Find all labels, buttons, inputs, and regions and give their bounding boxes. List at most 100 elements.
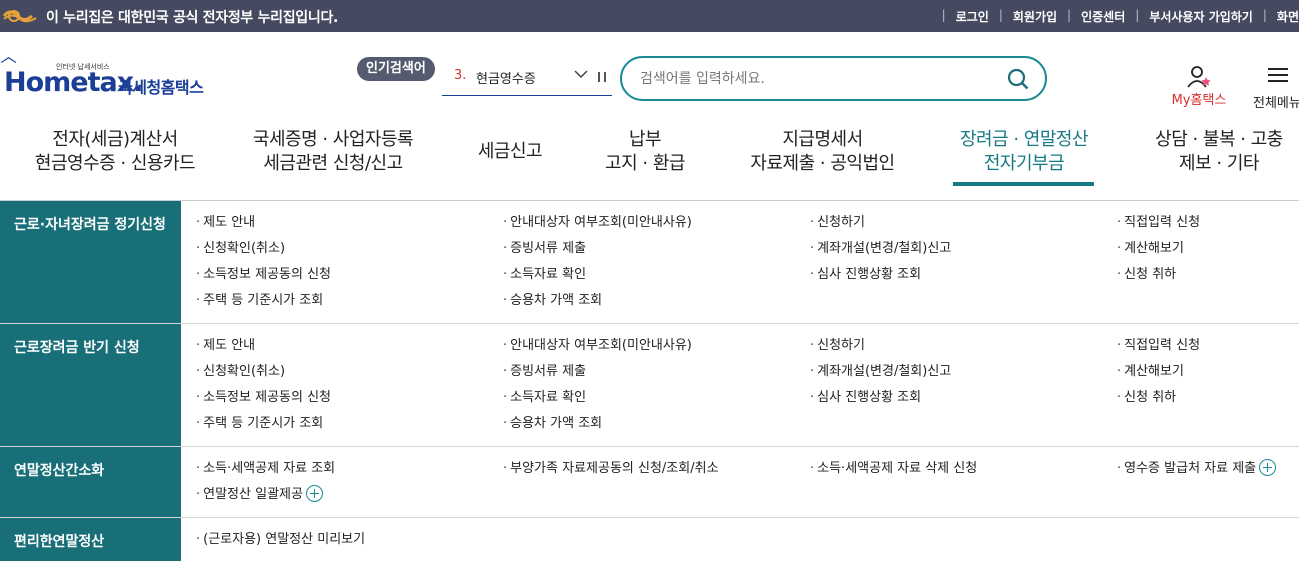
- bullet: ·: [1117, 461, 1122, 476]
- submenu-link[interactable]: · 심사 진행상황 조회: [810, 387, 1117, 413]
- bullet: ·: [1117, 215, 1122, 230]
- bullet: ·: [810, 461, 815, 476]
- bullet: ·: [503, 461, 508, 476]
- submenu-link-label: 계좌개설(변경/철회)신고: [817, 364, 952, 379]
- submenu-link[interactable]: · 심사 진행상황 조회: [810, 264, 1117, 290]
- plus-circle-icon[interactable]: [305, 485, 323, 502]
- submenu-link-label: 계좌개설(변경/철회)신고: [817, 241, 952, 256]
- bullet: ·: [196, 390, 201, 405]
- submenu-link-label: 증빙서류 제출: [510, 364, 587, 379]
- bullet: ·: [503, 390, 508, 405]
- screen-link[interactable]: 화면: [1277, 8, 1299, 25]
- search-input[interactable]: [640, 67, 1000, 91]
- submenu-link[interactable]: · 부양가족 자료제공동의 신청/조회/취소: [503, 458, 810, 484]
- submenu-link[interactable]: · 신청확인(취소): [196, 238, 503, 264]
- nav-label-line2: 현금영수증 · 신용카드: [34, 153, 196, 174]
- bullet: ·: [196, 487, 201, 502]
- bullet: ·: [810, 267, 815, 282]
- nav-label-line1: 세금신고: [477, 141, 543, 162]
- all-menu-button[interactable]: 전체메뉴: [1252, 65, 1299, 111]
- plus-circle-icon[interactable]: [1259, 459, 1277, 476]
- submenu-link-label: 신청하기: [817, 215, 865, 230]
- search-icon[interactable]: [1007, 68, 1029, 90]
- nav-item-certificates[interactable]: 국세증명 · 사업자등록 세금관련 신청/신고: [238, 128, 428, 176]
- bullet: ·: [196, 364, 201, 379]
- submenu-link-label: 계산해보기: [1124, 241, 1184, 256]
- submenu-link-label: 안내대상자 여부조회(미안내사유): [510, 338, 692, 353]
- submenu-link[interactable]: · 안내대상자 여부조회(미안내사유): [503, 335, 810, 361]
- popular-rank: 3.: [454, 68, 467, 83]
- submenu-link[interactable]: · 승용차 가액 조회: [503, 290, 810, 316]
- bullet: ·: [1117, 267, 1122, 282]
- submenu-link-label: 직접입력 신청: [1124, 215, 1201, 230]
- submenu-link-label: 소득정보 제공동의 신청: [203, 390, 332, 405]
- submenu-link[interactable]: · 소득자료 확인: [503, 264, 810, 290]
- submenu-link[interactable]: · 신청하기: [810, 212, 1117, 238]
- submenu-link-label: 신청 취하: [1124, 390, 1177, 405]
- submenu-link[interactable]: · 소득정보 제공동의 신청: [196, 264, 503, 290]
- section-title: 편리한연말정산: [0, 518, 181, 561]
- my-hometax-button[interactable]: My홈택스: [1166, 65, 1232, 111]
- submenu-link[interactable]: · 주택 등 기준시가 조회: [196, 413, 503, 439]
- submenu-link[interactable]: · 주택 등 기준시가 조회: [196, 290, 503, 316]
- bullet: ·: [196, 241, 201, 256]
- nav-item-consult[interactable]: 상담 · 불복 · 고충 제보 · 기타: [1144, 128, 1294, 176]
- nav-label-line1: 전자(세금)계산서: [52, 129, 178, 150]
- submenu-link[interactable]: · 증빙서류 제출: [503, 361, 810, 387]
- submenu-link-label: 계산해보기: [1124, 364, 1184, 379]
- submenu-link[interactable]: · 소득·세액공제 자료 삭제 신청: [810, 458, 1117, 484]
- nav-active-indicator: [953, 182, 1094, 186]
- dept-user-signup-link[interactable]: 부서사용자 가입하기: [1149, 8, 1253, 25]
- nav-item-payment[interactable]: 납부 고지 · 환급: [585, 128, 705, 176]
- submenu-link-label: 증빙서류 제출: [510, 241, 587, 256]
- section-title: 근로장려금 반기 신청: [0, 324, 181, 446]
- submenu-link[interactable]: · 영수증 발급처 자료 제출: [1117, 458, 1299, 484]
- submenu-link[interactable]: · 제도 안내: [196, 212, 503, 238]
- submenu-link[interactable]: · 신청하기: [810, 335, 1117, 361]
- submenu-link[interactable]: · 계산해보기: [1117, 361, 1299, 387]
- nav-item-tax-filing[interactable]: 세금신고: [460, 140, 560, 164]
- submenu-link[interactable]: · 승용차 가액 조회: [503, 413, 810, 439]
- chevron-down-icon[interactable]: [574, 67, 588, 81]
- submenu-link-label: 승용차 가액 조회: [510, 416, 603, 431]
- submenu-link[interactable]: · 제도 안내: [196, 335, 503, 361]
- popular-word[interactable]: 현금영수증: [476, 68, 536, 87]
- submenu-link[interactable]: · 직접입력 신청: [1117, 335, 1299, 361]
- submenu-link-label: 신청하기: [817, 338, 865, 353]
- submenu-link[interactable]: · 신청 취하: [1117, 387, 1299, 413]
- section-title: 근로·자녀장려금 정기신청: [0, 201, 181, 323]
- cert-center-link[interactable]: 인증센터: [1081, 8, 1125, 25]
- submenu-link[interactable]: · 계산해보기: [1117, 238, 1299, 264]
- submenu-link[interactable]: · 안내대상자 여부조회(미안내사유): [503, 212, 810, 238]
- bullet: ·: [1117, 338, 1122, 353]
- nav-item-incentive[interactable]: 장려금 · 연말정산 전자기부금: [944, 128, 1104, 176]
- pause-icon[interactable]: [598, 72, 606, 82]
- submenu-link[interactable]: · 소득·세액공제 자료 조회: [196, 458, 503, 484]
- nav-label-line2: 전자기부금: [983, 153, 1065, 174]
- submenu-link[interactable]: · 연말정산 일괄제공: [196, 484, 503, 510]
- nav-item-e-invoice[interactable]: 전자(세금)계산서 현금영수증 · 신용카드: [20, 128, 210, 176]
- submenu-link[interactable]: · 신청 취하: [1117, 264, 1299, 290]
- nav-item-payment-statement[interactable]: 지급명세서 자료제출 · 공익법인: [740, 128, 905, 176]
- section-links: · 소득·세액공제 자료 조회 · 부양가족 자료제공동의 신청/조회/취소 · 소득·세…: [181, 447, 1299, 517]
- popular-search-rotator[interactable]: 3. 현금영수증: [442, 63, 612, 96]
- submenu-link[interactable]: · 소득정보 제공동의 신청: [196, 387, 503, 413]
- login-link[interactable]: 로그인: [956, 8, 989, 25]
- bullet: ·: [810, 364, 815, 379]
- bullet: ·: [503, 416, 508, 431]
- submenu-link[interactable]: · 증빙서류 제출: [503, 238, 810, 264]
- gov-banner-text: 이 누리집은 대한민국 공식 전자정부 누리집입니다.: [46, 10, 339, 26]
- submenu-link-label: 심사 진행상황 조회: [817, 390, 922, 405]
- submenu-link[interactable]: · (근로자용) 연말정산 미리보기: [196, 529, 503, 555]
- submenu-link-label: 심사 진행상황 조회: [817, 267, 922, 282]
- submenu-link[interactable]: · 소득자료 확인: [503, 387, 810, 413]
- signup-link[interactable]: 회원가입: [1013, 8, 1057, 25]
- submenu-link-label: 연말정산 일괄제공: [203, 487, 303, 502]
- submenu-link[interactable]: · 계좌개설(변경/철회)신고: [810, 361, 1117, 387]
- submenu-link[interactable]: · 계좌개설(변경/철회)신고: [810, 238, 1117, 264]
- bullet: ·: [503, 241, 508, 256]
- section-easy-year-end: 편리한연말정산 · (근로자용) 연말정산 미리보기: [0, 518, 1299, 561]
- submenu-link-label: 신청 취하: [1124, 267, 1177, 282]
- submenu-link[interactable]: · 직접입력 신청: [1117, 212, 1299, 238]
- submenu-link[interactable]: · 신청확인(취소): [196, 361, 503, 387]
